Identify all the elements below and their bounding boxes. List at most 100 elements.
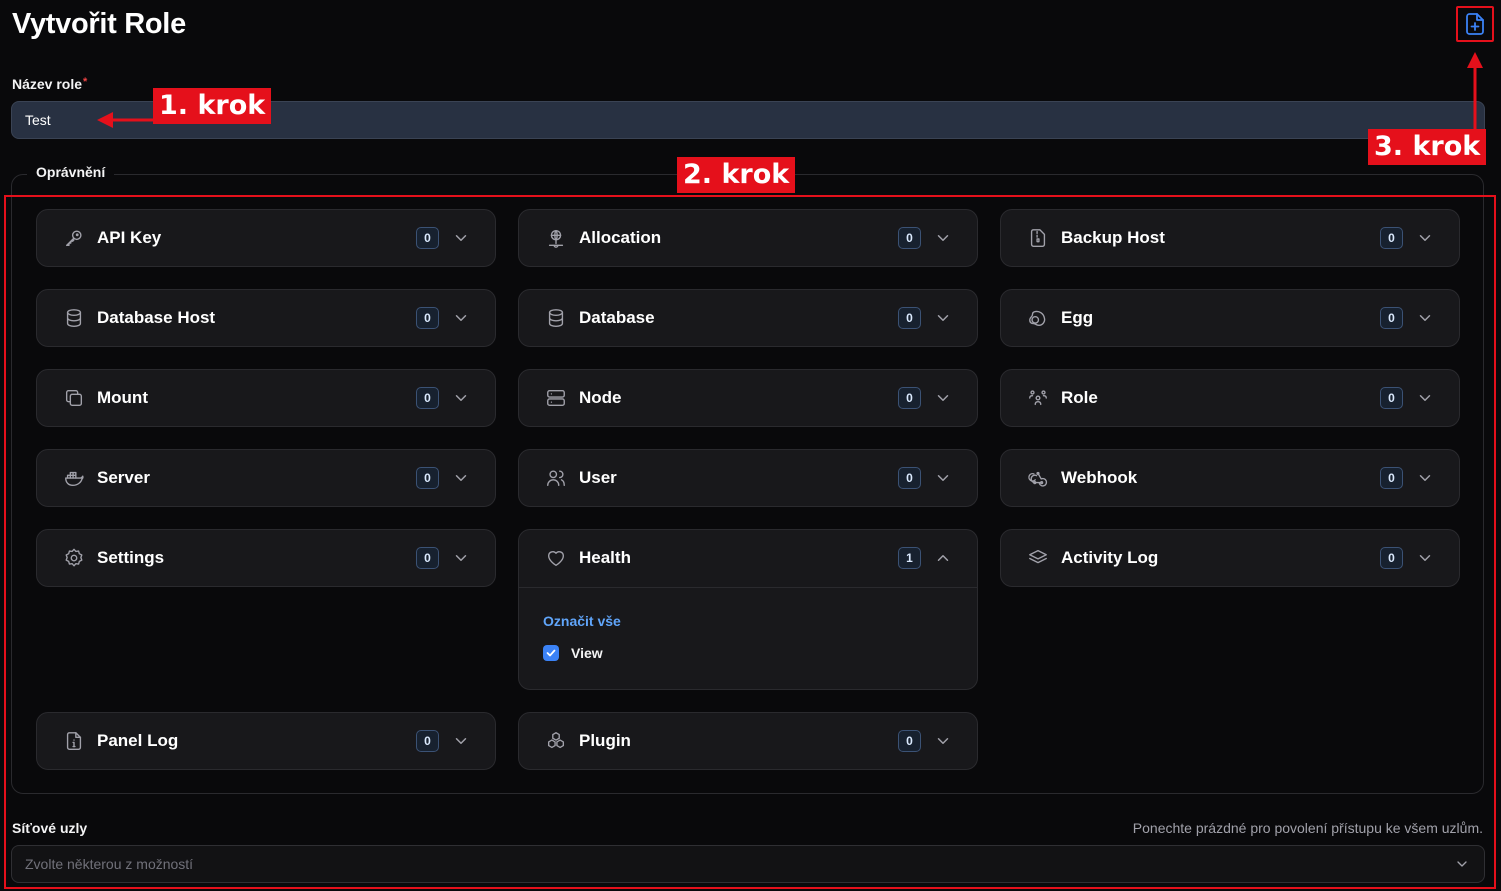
egg-icon <box>1027 307 1049 329</box>
permission-count-badge: 0 <box>416 387 439 409</box>
server-stack-icon <box>545 387 567 409</box>
permission-label: Server <box>97 468 150 487</box>
permission-count-badge: 0 <box>416 730 439 752</box>
permission-label: Webhook <box>1061 468 1138 487</box>
permission-label: Activity Log <box>1061 548 1159 567</box>
permission-card-activity-log[interactable]: Activity Log 0 <box>1000 529 1460 587</box>
permission-card-header[interactable]: API Key 0 <box>37 210 495 267</box>
chevron-down-icon <box>1457 861 1467 867</box>
chevron-down-icon[interactable] <box>1416 549 1434 567</box>
permission-count-badge: 0 <box>898 387 921 409</box>
chevron-down-icon[interactable] <box>934 389 952 407</box>
database-icon <box>545 307 567 329</box>
permission-card-api-key[interactable]: API Key 0 <box>36 209 496 267</box>
permission-card-node[interactable]: Node 0 <box>518 369 978 427</box>
permission-card-header[interactable]: Server 0 <box>37 450 495 507</box>
chevron-down-icon[interactable] <box>934 469 952 487</box>
permission-card-header[interactable]: Database Host 0 <box>37 290 495 347</box>
permission-card-header[interactable]: Activity Log 0 <box>1001 530 1459 587</box>
permission-card-health[interactable]: Health 1 Označit vše View <box>518 529 978 690</box>
role-name-label-text: Název role <box>12 76 83 92</box>
permission-card-header[interactable]: Settings 0 <box>37 530 495 587</box>
file-zip-icon <box>1027 227 1049 249</box>
permission-card-backup-host[interactable]: Backup Host 0 <box>1000 209 1460 267</box>
permission-count-badge: 0 <box>898 467 921 489</box>
chevron-down-icon[interactable] <box>934 229 952 247</box>
permission-label: Database Host <box>97 308 216 327</box>
chevron-down-icon[interactable] <box>452 549 470 567</box>
permission-card-server[interactable]: Server 0 <box>36 449 496 507</box>
permission-card-mount[interactable]: Mount 0 <box>36 369 496 427</box>
chevron-down-icon[interactable] <box>1416 469 1434 487</box>
permission-card-user[interactable]: User 0 <box>518 449 978 507</box>
permission-card-panel-log[interactable]: Panel Log 0 <box>36 712 496 770</box>
chevron-down-icon[interactable] <box>452 309 470 327</box>
permission-label: Egg <box>1061 308 1094 327</box>
chevron-up-icon[interactable] <box>934 549 952 567</box>
permission-card-header[interactable]: Plugin 0 <box>519 713 977 770</box>
permission-count-badge: 0 <box>1380 547 1403 569</box>
permission-card-webhook[interactable]: Webhook 0 <box>1000 449 1460 507</box>
permission-checkbox-label: View <box>571 645 603 661</box>
permission-card-header[interactable]: Database 0 <box>519 290 977 347</box>
permission-count-badge: 0 <box>898 307 921 329</box>
role-name-label: Název role* <box>12 76 87 92</box>
chevron-down-icon[interactable] <box>452 229 470 247</box>
permission-count-badge: 0 <box>416 307 439 329</box>
stack-icon <box>1027 547 1049 569</box>
permission-count-badge: 0 <box>416 227 439 249</box>
permission-card-header[interactable]: Health 1 <box>519 530 977 587</box>
chevron-down-icon[interactable] <box>452 469 470 487</box>
permission-card-header[interactable]: Role 0 <box>1001 370 1459 427</box>
permission-count-badge: 0 <box>898 730 921 752</box>
chevron-down-icon[interactable] <box>1416 309 1434 327</box>
permission-count-badge: 0 <box>898 227 921 249</box>
chevron-down-icon[interactable] <box>934 732 952 750</box>
nodes-select-placeholder: Zvolte některou z možností <box>25 856 194 872</box>
chevron-down-icon[interactable] <box>452 389 470 407</box>
network-icon <box>545 227 567 249</box>
key-icon <box>63 227 85 249</box>
cubes-icon <box>545 730 567 752</box>
permission-count-badge: 0 <box>416 547 439 569</box>
permission-card-database-host[interactable]: Database Host 0 <box>36 289 496 347</box>
permission-card-allocation[interactable]: Allocation 0 <box>518 209 978 267</box>
permission-label: API Key <box>97 228 162 247</box>
chevron-down-icon[interactable] <box>452 732 470 750</box>
nodes-select[interactable]: Zvolte některou z možností <box>11 845 1485 883</box>
chevron-down-icon[interactable] <box>1416 229 1434 247</box>
card-divider <box>519 587 977 588</box>
permission-card-role[interactable]: Role 0 <box>1000 369 1460 427</box>
step3-label: 3. krok <box>1368 129 1487 165</box>
permission-label: Allocation <box>579 228 662 247</box>
permission-card-header[interactable]: Mount 0 <box>37 370 495 427</box>
create-button[interactable] <box>1456 6 1494 42</box>
permission-card-header[interactable]: User 0 <box>519 450 977 507</box>
permission-label: Mount <box>97 388 148 407</box>
database-icon <box>63 307 85 329</box>
users-icon <box>545 467 567 489</box>
permission-card-egg[interactable]: Egg 0 <box>1000 289 1460 347</box>
permission-card-header[interactable]: Backup Host 0 <box>1001 210 1459 267</box>
permission-card-header[interactable]: Webhook 0 <box>1001 450 1459 507</box>
permission-card-plugin[interactable]: Plugin 0 <box>518 712 978 770</box>
users-group-icon <box>1027 387 1049 409</box>
permission-card-settings[interactable]: Settings 0 <box>36 529 496 587</box>
permission-card-header[interactable]: Panel Log 0 <box>37 713 495 770</box>
permissions-legend: Oprávnění <box>27 164 115 180</box>
permission-card-database[interactable]: Database 0 <box>518 289 978 347</box>
permission-card-header[interactable]: Allocation 0 <box>519 210 977 267</box>
heart-icon <box>545 547 567 569</box>
permission-count-badge: 1 <box>898 547 921 569</box>
chevron-down-icon[interactable] <box>934 309 952 327</box>
layers-copy-icon <box>63 387 85 409</box>
select-all-link[interactable]: Označit vše <box>543 613 621 629</box>
step3-arrowhead <box>1467 52 1483 68</box>
permission-checkbox[interactable] <box>543 645 559 661</box>
permission-label: Panel Log <box>97 731 179 750</box>
webhook-icon <box>1027 467 1049 489</box>
permission-label: Role <box>1061 388 1098 407</box>
permission-card-header[interactable]: Node 0 <box>519 370 977 427</box>
permission-card-header[interactable]: Egg 0 <box>1001 290 1459 347</box>
chevron-down-icon[interactable] <box>1416 389 1434 407</box>
